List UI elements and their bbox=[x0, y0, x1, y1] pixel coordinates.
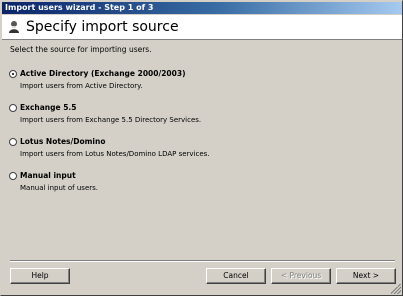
option-label[interactable]: Active Directory (Exchange 2000/2003) bbox=[20, 69, 186, 79]
radio-manual-input[interactable] bbox=[9, 172, 17, 180]
option-description: Import users from Exchange 5.5 Directory… bbox=[20, 116, 202, 124]
cancel-button[interactable]: Cancel bbox=[206, 268, 266, 284]
import-wizard-window: Import users wizard - Step 1 of 3 Specif… bbox=[0, 0, 403, 296]
option-description: Manual input of users. bbox=[20, 184, 99, 192]
next-button[interactable]: Next > bbox=[336, 268, 396, 284]
option-description: Import users from Active Directory. bbox=[20, 82, 143, 90]
option-label[interactable]: Exchange 5.5 bbox=[20, 103, 77, 113]
option-description: Import users from Lotus Notes/Domino LDA… bbox=[20, 150, 210, 158]
instructions-text: Select the source for importing users. bbox=[10, 45, 152, 54]
window-title: Import users wizard - Step 1 of 3 bbox=[2, 2, 402, 14]
radio-exchange-55[interactable] bbox=[9, 104, 17, 112]
option-label[interactable]: Lotus Notes/Domino bbox=[20, 137, 106, 147]
wizard-header: Specify import source bbox=[2, 15, 402, 40]
footer-separator bbox=[10, 260, 395, 262]
page-title: Specify import source bbox=[26, 19, 179, 35]
radio-active-directory[interactable] bbox=[9, 70, 17, 78]
help-button[interactable]: Help bbox=[10, 268, 70, 284]
radio-lotus-notes[interactable] bbox=[9, 138, 17, 146]
option-label[interactable]: Manual input bbox=[20, 171, 76, 181]
previous-button[interactable]: < Previous bbox=[271, 268, 331, 284]
resize-grip-icon[interactable] bbox=[391, 284, 401, 294]
wizard-content: Select the source for importing users. A… bbox=[1, 41, 402, 261]
wizard-user-icon bbox=[8, 20, 20, 34]
